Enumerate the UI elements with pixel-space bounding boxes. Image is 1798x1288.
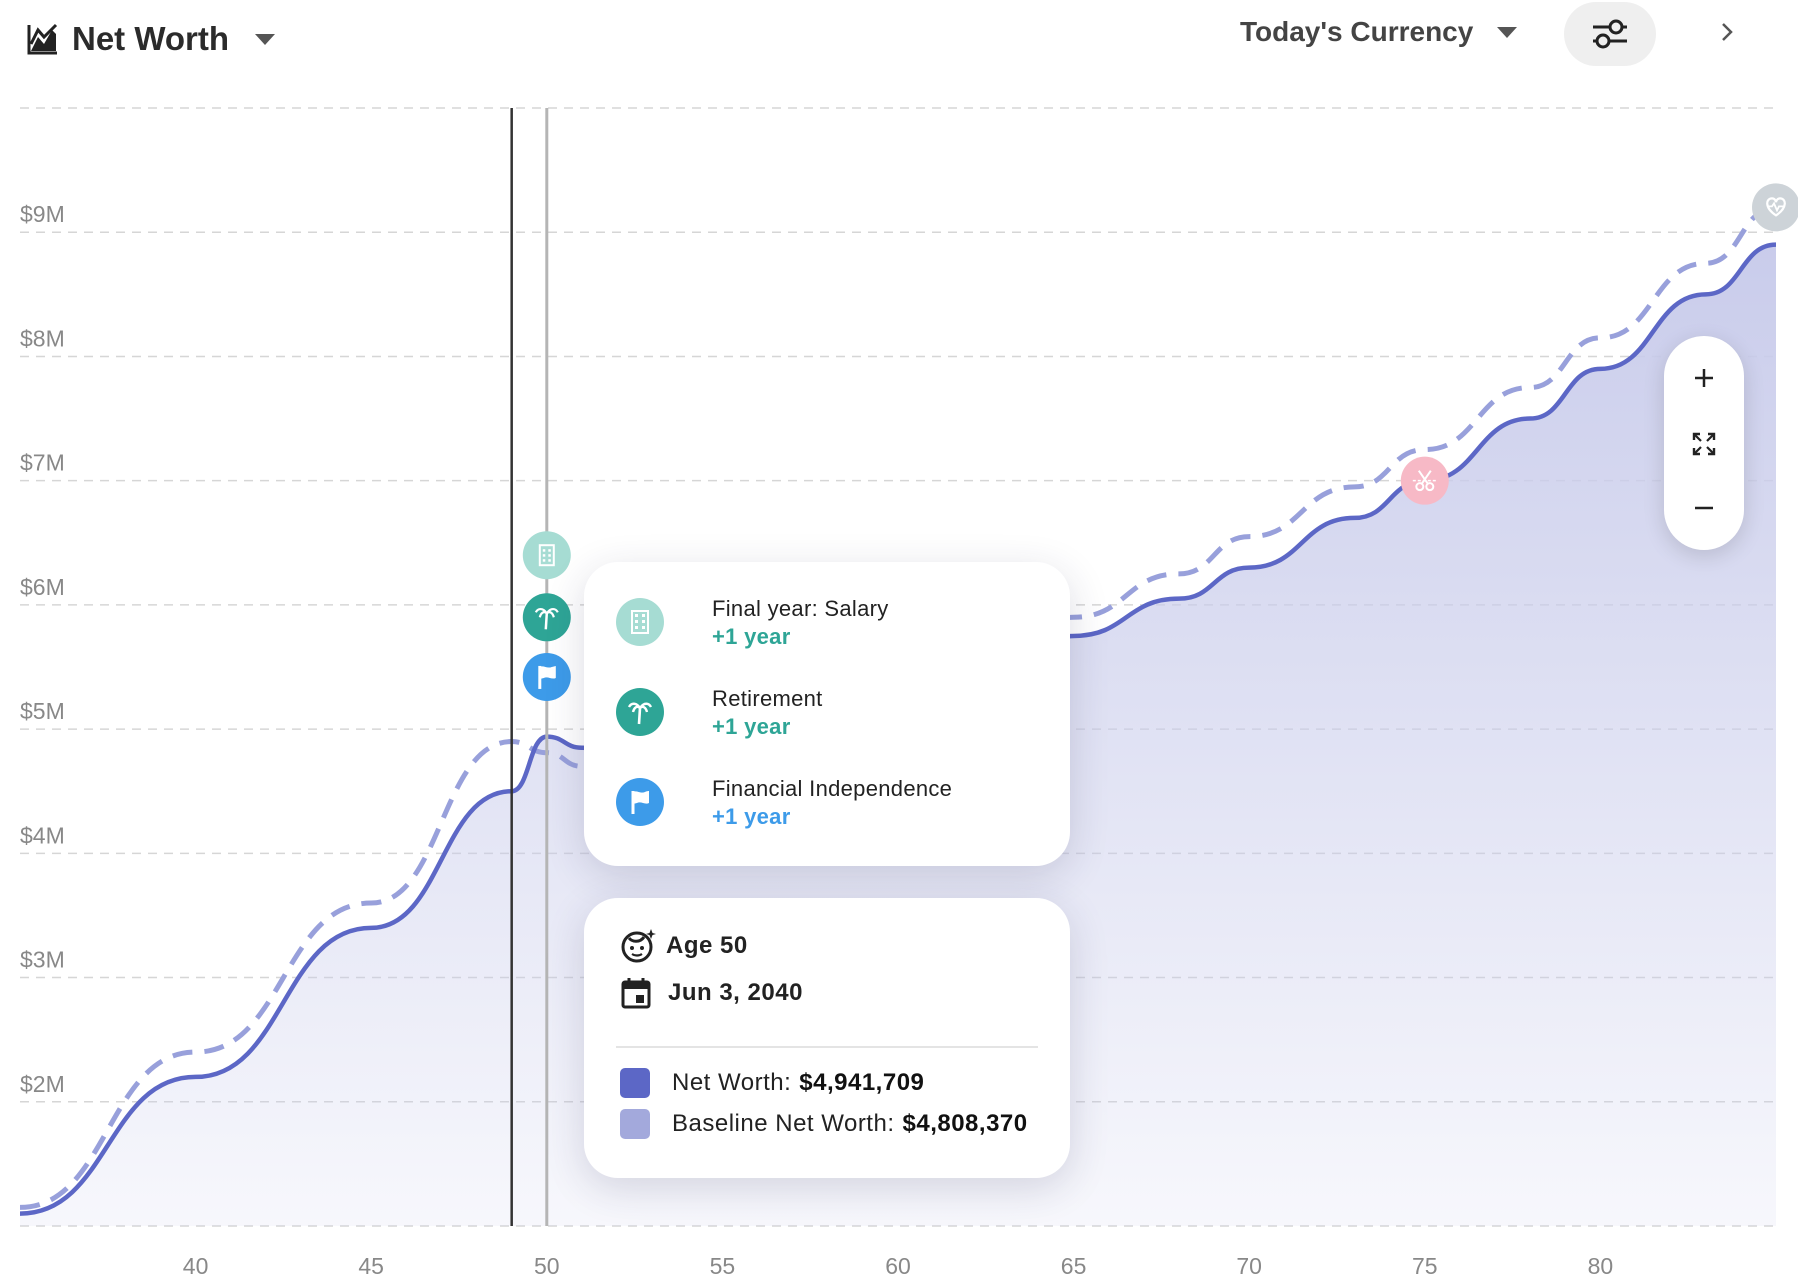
y-tick-label: $7M (20, 450, 65, 476)
event-label: Retirement (712, 686, 823, 711)
chevron-right-icon (1722, 23, 1733, 41)
y-tick-label: $3M (20, 947, 65, 973)
x-axis-ticks: 40 45 50 55 60 65 70 75 80 (183, 1253, 1613, 1279)
chart-settings-button[interactable] (1564, 2, 1656, 66)
scissors-event-marker[interactable] (1400, 456, 1449, 505)
palm-tree-event-marker[interactable] (522, 593, 571, 642)
building-event-marker[interactable] (522, 531, 571, 580)
next-panel-button[interactable] (1712, 14, 1742, 50)
minus-icon (1695, 506, 1713, 510)
zoom-in-button[interactable] (1664, 348, 1744, 408)
fit-to-screen-button[interactable] (1664, 414, 1744, 474)
flag-event-marker[interactable] (522, 652, 571, 701)
x-tick-label: 65 (1061, 1253, 1087, 1279)
zoom-controls (1664, 336, 1744, 550)
x-tick-label: 70 (1236, 1253, 1262, 1279)
event-label: Financial Independence (712, 776, 953, 801)
currency-label: Today's Currency (1240, 16, 1474, 47)
calendar-icon (621, 978, 651, 1009)
building-icon (522, 531, 571, 580)
baby-face-icon (621, 929, 656, 963)
x-tick-label: 45 (358, 1253, 384, 1279)
plus-icon (1695, 369, 1713, 387)
baseline-label: Baseline Net Worth: (672, 1110, 895, 1137)
chart-type-dropdown[interactable]: Net Worth (26, 14, 276, 64)
net-worth-swatch (620, 1068, 650, 1098)
palm-tree-icon (616, 688, 664, 736)
y-tick-label: $4M (20, 822, 65, 848)
expand-icon (1692, 432, 1716, 456)
y-tick-label: $2M (20, 1071, 65, 1097)
tooltip-event-item: Final year: Salary +1 year (616, 592, 1046, 656)
currency-dropdown[interactable]: Today's Currency (1240, 14, 1518, 50)
x-tick-label: 55 (710, 1253, 736, 1279)
building-icon (616, 598, 664, 646)
x-tick-label: 60 (885, 1253, 911, 1279)
tooltip-event-item: Retirement +1 year (616, 682, 1046, 746)
chart-title: Net Worth (72, 20, 230, 57)
age-row: Age 50 (620, 928, 748, 964)
heart-event-marker[interactable] (1752, 183, 1798, 232)
y-tick-label: $9M (20, 201, 65, 227)
event-delta: +1 year (712, 624, 791, 649)
x-tick-label: 40 (183, 1253, 209, 1279)
date-row: Jun 3, 2040 (620, 976, 803, 1010)
net-worth-value: $4,941,709 (799, 1069, 925, 1096)
y-tick-label: $8M (20, 325, 65, 351)
y-tick-label: $6M (20, 574, 65, 600)
area-chart-icon (27, 23, 58, 55)
baseline-swatch (620, 1109, 650, 1139)
net-worth-legend-row: Net Worth: $4,941,709 (620, 1068, 924, 1098)
tooltip-event-item: Financial Independence +1 year (616, 772, 1046, 836)
zoom-out-button[interactable] (1664, 478, 1744, 538)
x-tick-label: 80 (1588, 1253, 1614, 1279)
value-tooltip: Age 50 Jun 3, 2040 Net Worth: $4,941,709… (584, 898, 1070, 1178)
y-axis-ticks: $2M $3M $4M $5M $6M $7M $8M $9M (20, 201, 65, 1097)
chevron-down-icon (1497, 26, 1518, 38)
tooltip-divider (616, 1046, 1038, 1048)
tooltip-age: Age 50 (666, 932, 748, 959)
chart-header: Net Worth Today's Currency (0, 0, 1798, 80)
tooltip-date: Jun 3, 2040 (668, 979, 803, 1006)
flag-icon (616, 778, 664, 826)
x-tick-label: 75 (1412, 1253, 1438, 1279)
baseline-legend-row: Baseline Net Worth: $4,808,370 (620, 1109, 1028, 1139)
events-tooltip: Final year: Salary +1 year Retirement +1… (584, 562, 1070, 866)
y-tick-label: $5M (20, 698, 65, 724)
chevron-down-icon (255, 33, 276, 45)
event-label: Final year: Salary (712, 596, 889, 621)
event-delta: +1 year (712, 714, 791, 739)
net-worth-label: Net Worth: (672, 1069, 792, 1096)
x-tick-label: 50 (534, 1253, 560, 1279)
event-delta: +1 year (712, 804, 791, 829)
sliders-icon (1593, 19, 1627, 49)
baseline-value: $4,808,370 (902, 1110, 1028, 1137)
